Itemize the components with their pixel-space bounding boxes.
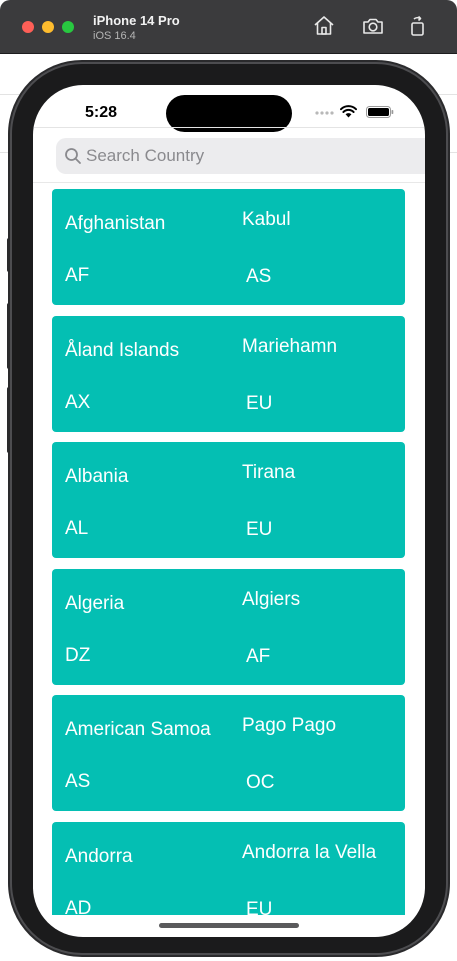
country-card[interactable]: American Samoa Pago Pago AS OC — [52, 695, 405, 811]
search-divider — [33, 182, 425, 183]
country-capital: Tirana — [242, 462, 296, 483]
search-bar[interactable] — [56, 138, 425, 174]
country-capital: Andorra la Vella — [242, 842, 377, 863]
country-name: Algeria — [65, 593, 125, 614]
country-capital: Kabul — [242, 209, 291, 230]
wifi-icon — [340, 105, 357, 118]
device-screen: 5:28 Afghanistan Kabul AF AS Åland Isla — [33, 85, 425, 937]
rotate-icon — [411, 15, 424, 36]
os-version: iOS 16.4 — [93, 30, 136, 42]
country-card[interactable]: Algeria Algiers DZ AF — [52, 569, 405, 685]
country-code: DZ — [65, 645, 91, 666]
country-region: AS — [246, 266, 272, 287]
search-input[interactable] — [86, 146, 386, 166]
zoom-window-button[interactable] — [62, 21, 74, 33]
status-divider — [33, 127, 425, 128]
country-region: EU — [246, 519, 273, 540]
home-indicator[interactable] — [159, 923, 299, 928]
country-region: EU — [246, 899, 273, 915]
country-code: AX — [65, 392, 91, 413]
country-card[interactable]: Albania Tirana AL EU — [52, 442, 405, 558]
country-name: Åland Islands — [65, 340, 180, 361]
country-region: OC — [246, 772, 275, 793]
country-name: American Samoa — [65, 719, 211, 740]
country-list[interactable]: Afghanistan Kabul AF AS Åland Islands Ma… — [52, 189, 405, 915]
country-name: Andorra — [65, 846, 133, 867]
country-code: AF — [65, 265, 90, 286]
rotate-button[interactable] — [406, 14, 430, 38]
country-code: AL — [65, 518, 89, 539]
country-code: AD — [65, 898, 92, 915]
minimize-window-button[interactable] — [42, 21, 54, 33]
country-card[interactable]: Andorra Andorra la Vella AD EU — [52, 822, 405, 915]
home-button[interactable] — [312, 14, 336, 38]
signal-icon — [315, 111, 334, 115]
close-window-button[interactable] — [22, 21, 34, 33]
screenshot-button[interactable] — [361, 14, 385, 38]
camera-icon — [363, 18, 383, 34]
country-card[interactable]: Afghanistan Kabul AF AS — [52, 189, 405, 305]
country-region: EU — [246, 393, 273, 414]
country-capital: Algiers — [242, 589, 301, 610]
device-name: iPhone 14 Pro — [93, 13, 180, 28]
country-name: Afghanistan — [65, 213, 166, 234]
home-icon — [314, 16, 334, 35]
country-card[interactable]: Åland Islands Mariehamn AX EU — [52, 316, 405, 432]
country-capital: Pago Pago — [242, 715, 337, 736]
country-capital: Mariehamn — [242, 336, 338, 357]
country-name: Albania — [65, 466, 129, 487]
country-code: AS — [65, 771, 91, 792]
status-time: 5:28 — [85, 104, 118, 121]
battery-icon — [366, 106, 394, 118]
search-icon — [64, 147, 82, 165]
simulator-titlebar: iPhone 14 Pro iOS 16.4 — [0, 0, 457, 54]
country-region: AF — [246, 646, 271, 667]
